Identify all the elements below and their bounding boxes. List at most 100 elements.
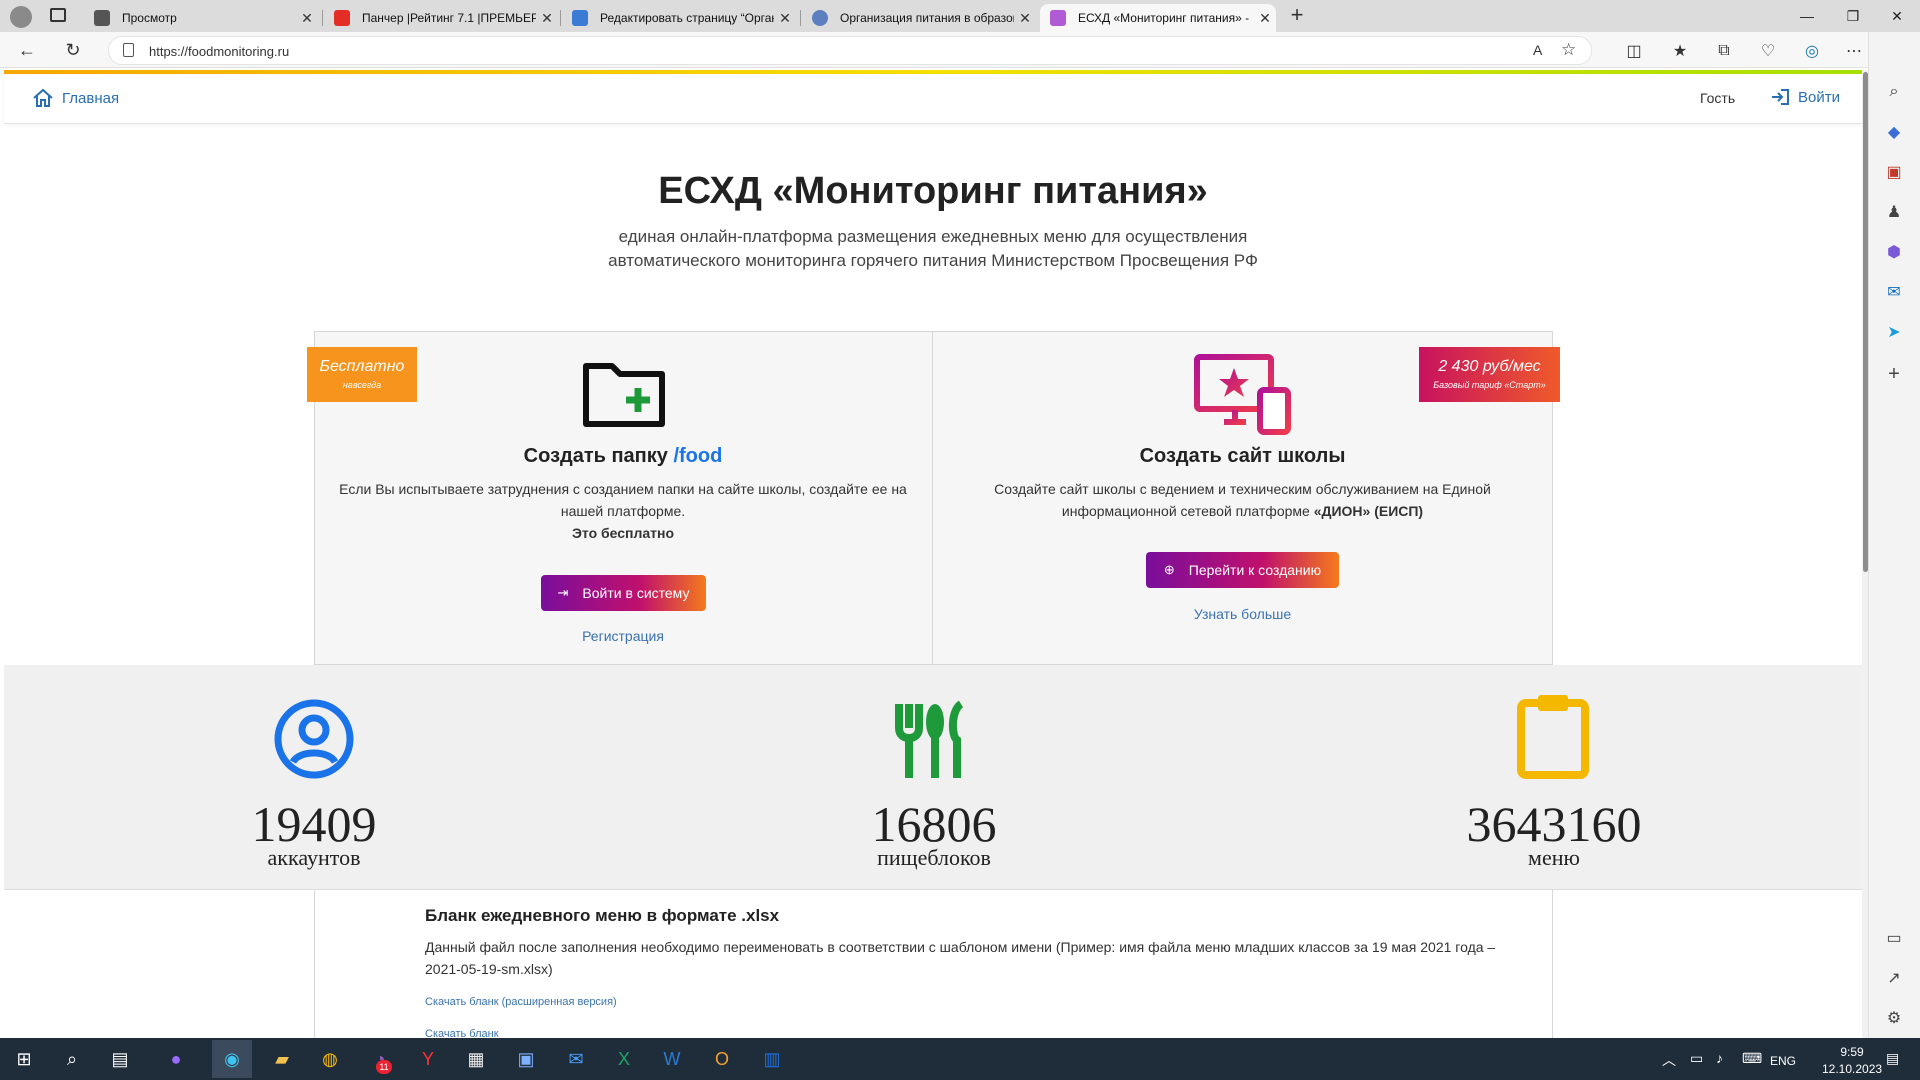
browser-tab[interactable]: Панчер |Рейтинг 7.1 |ПРЕМЬЕРА ✕ [324,4,558,32]
yandex-icon[interactable]: Y [408,1040,448,1078]
home-link[interactable]: Главная [32,88,119,108]
url-text[interactable]: https://foodmonitoring.ru [149,44,289,59]
read-aloud-icon[interactable]: A [1533,42,1542,58]
send-icon[interactable]: ➤ [1880,318,1908,346]
notifications-icon[interactable]: ▤ [1886,1050,1899,1067]
back-button[interactable]: ← [12,36,42,64]
shopping-tag-icon[interactable]: ◆ [1880,118,1908,146]
plus-circle-icon: ⊕ [1163,562,1175,577]
far-manager-icon[interactable]: ▥ [752,1040,792,1078]
restore-button[interactable]: ❐ [1830,0,1876,32]
chrome-icon[interactable]: ◍ [310,1040,350,1078]
windows-start-icon[interactable]: ⊞ [4,1040,44,1078]
network-icon[interactable]: ▭ [1690,1050,1703,1067]
browser-tab[interactable]: Просмотр ✕ [84,4,318,32]
hide-sidebar-icon[interactable]: ▭ [1880,924,1908,952]
task-view-icon[interactable]: ▤ [100,1040,140,1078]
performance-icon[interactable]: ◎ [1798,38,1826,64]
file-explorer-icon[interactable]: ▰ [262,1040,302,1078]
edge-taskbar-icon[interactable]: ◉ [212,1040,252,1078]
sidebar-settings-icon[interactable]: ⚙ [1880,1004,1908,1032]
login-link[interactable]: Войти [1770,88,1840,106]
learn-more-link[interactable]: Узнать больше [932,606,1553,622]
clipboard-icon [1517,695,1589,779]
download-blank-link[interactable]: Скачать бланк [425,1028,499,1038]
download-extended-link[interactable]: Скачать бланк (расширенная версия) [425,996,617,1008]
address-bar[interactable]: https://foodmonitoring.ru A ☆ [108,36,1592,65]
search-taskbar-icon[interactable]: ⌕ [52,1040,92,1078]
browser-tab[interactable]: Организация питания в образов ✕ [802,4,1036,32]
new-tab-button[interactable]: + [1284,4,1310,28]
network-app-icon[interactable]: ▣ [506,1040,546,1078]
browser-tab-active[interactable]: ЕСХД «Мониторинг питания» - ✕ [1040,4,1276,32]
subtitle-line: автоматического мониторинга горячего пит… [608,251,1258,270]
subtitle-line: единая онлайн-платформа размещения ежедн… [618,227,1248,246]
user-circle-icon [274,699,354,779]
close-window-button[interactable]: ✕ [1874,0,1920,32]
settings-more-icon[interactable]: ⋯ [1840,38,1868,64]
store-icon[interactable]: ▦ [456,1040,496,1078]
stat-label: аккаунтов [267,845,361,870]
browser-essentials-icon[interactable]: ♡ [1754,38,1782,64]
tab-title: Просмотр [122,11,177,25]
outlook-icon[interactable]: ✉ [1880,278,1908,306]
go-create-button[interactable]: ⊕ Перейти к созданию [1146,552,1339,588]
login-icon [1772,89,1789,105]
site-b-icon [1050,10,1066,26]
tab-title: Редактировать страницу “Организ [600,11,774,25]
folder-plus-icon [583,363,665,427]
close-tab-icon[interactable]: ✕ [1254,10,1276,27]
close-tab-icon[interactable]: ✕ [1014,10,1036,27]
favorite-star-icon[interactable]: ☆ [1561,40,1576,60]
youtube-icon [334,10,350,26]
blank-title: Бланк ежедневного меню в формате .xlsx [425,906,780,925]
microsoft365-icon[interactable]: ⬢ [1880,238,1908,266]
outlook-taskbar-icon[interactable]: O [702,1040,742,1078]
search-icon[interactable]: ⌕ [1880,78,1908,106]
profile-avatar[interactable] [10,6,32,28]
collections-icon[interactable]: ⧉ [1710,38,1738,64]
page-subtitle: единая онлайн-платформа размещения ежедн… [4,225,1862,273]
add-sidebar-app-icon[interactable]: + [1880,360,1908,388]
close-tab-icon[interactable]: ✕ [536,10,558,27]
cutlery-icon [895,700,964,778]
login-arrow-icon: ⇥ [557,585,569,600]
clock[interactable]: 9:59 12.10.2023 [1822,1045,1882,1076]
free-ribbon: Бесплатно навсегда [307,347,417,402]
split-screen-icon[interactable]: ◫ [1620,38,1648,64]
word-icon[interactable]: W [652,1040,692,1078]
login-system-button[interactable]: ⇥ Войти в систему [541,575,706,611]
stat-label: меню [1528,845,1580,870]
games-icon[interactable]: ♟ [1880,198,1908,226]
workspaces-icon[interactable] [50,8,66,22]
minimize-button[interactable]: — [1784,0,1830,32]
refresh-button[interactable]: ↻ [58,36,88,64]
card-description: Создайте сайт школы с ведением и техниче… [994,481,1491,519]
monitor-icon [94,10,110,26]
home-icon [33,88,53,107]
favorites-icon[interactable]: ★ [1666,38,1694,64]
mail-icon[interactable]: ✉ [556,1040,596,1078]
external-link-icon[interactable]: ↗ [1880,964,1908,992]
card-title: Создать сайт школы [1139,445,1346,467]
viber-badge: 11 [376,1060,392,1074]
close-tab-icon[interactable]: ✕ [296,10,318,27]
tools-icon[interactable]: ▣ [1880,158,1908,186]
card-description: Если Вы испытываете затруднения с создан… [339,481,907,541]
keyboard-icon[interactable]: ⌨ [1742,1050,1762,1067]
tab-title: ЕСХД «Мониторинг питания» - [1078,11,1250,25]
tray-chevron-icon[interactable]: ︿ [1662,1050,1676,1070]
close-tab-icon[interactable]: ✕ [774,10,796,27]
language-indicator[interactable]: ENG [1770,1054,1796,1068]
volume-icon[interactable]: ♪ [1716,1050,1723,1066]
emblem-icon [812,10,828,26]
browser-tab[interactable]: Редактировать страницу “Организ ✕ [562,4,796,32]
book-icon [572,10,588,26]
excel-icon[interactable]: X [604,1040,644,1078]
scrollbar-thumb[interactable] [1863,72,1868,572]
tab-title: Панчер |Рейтинг 7.1 |ПРЕМЬЕРА [362,11,536,25]
register-link[interactable]: Регистрация [314,628,932,644]
stat-label: пищеблоков [877,845,991,870]
alice-icon[interactable]: ● [156,1040,196,1078]
card-title: Создать папку /food [523,445,723,467]
